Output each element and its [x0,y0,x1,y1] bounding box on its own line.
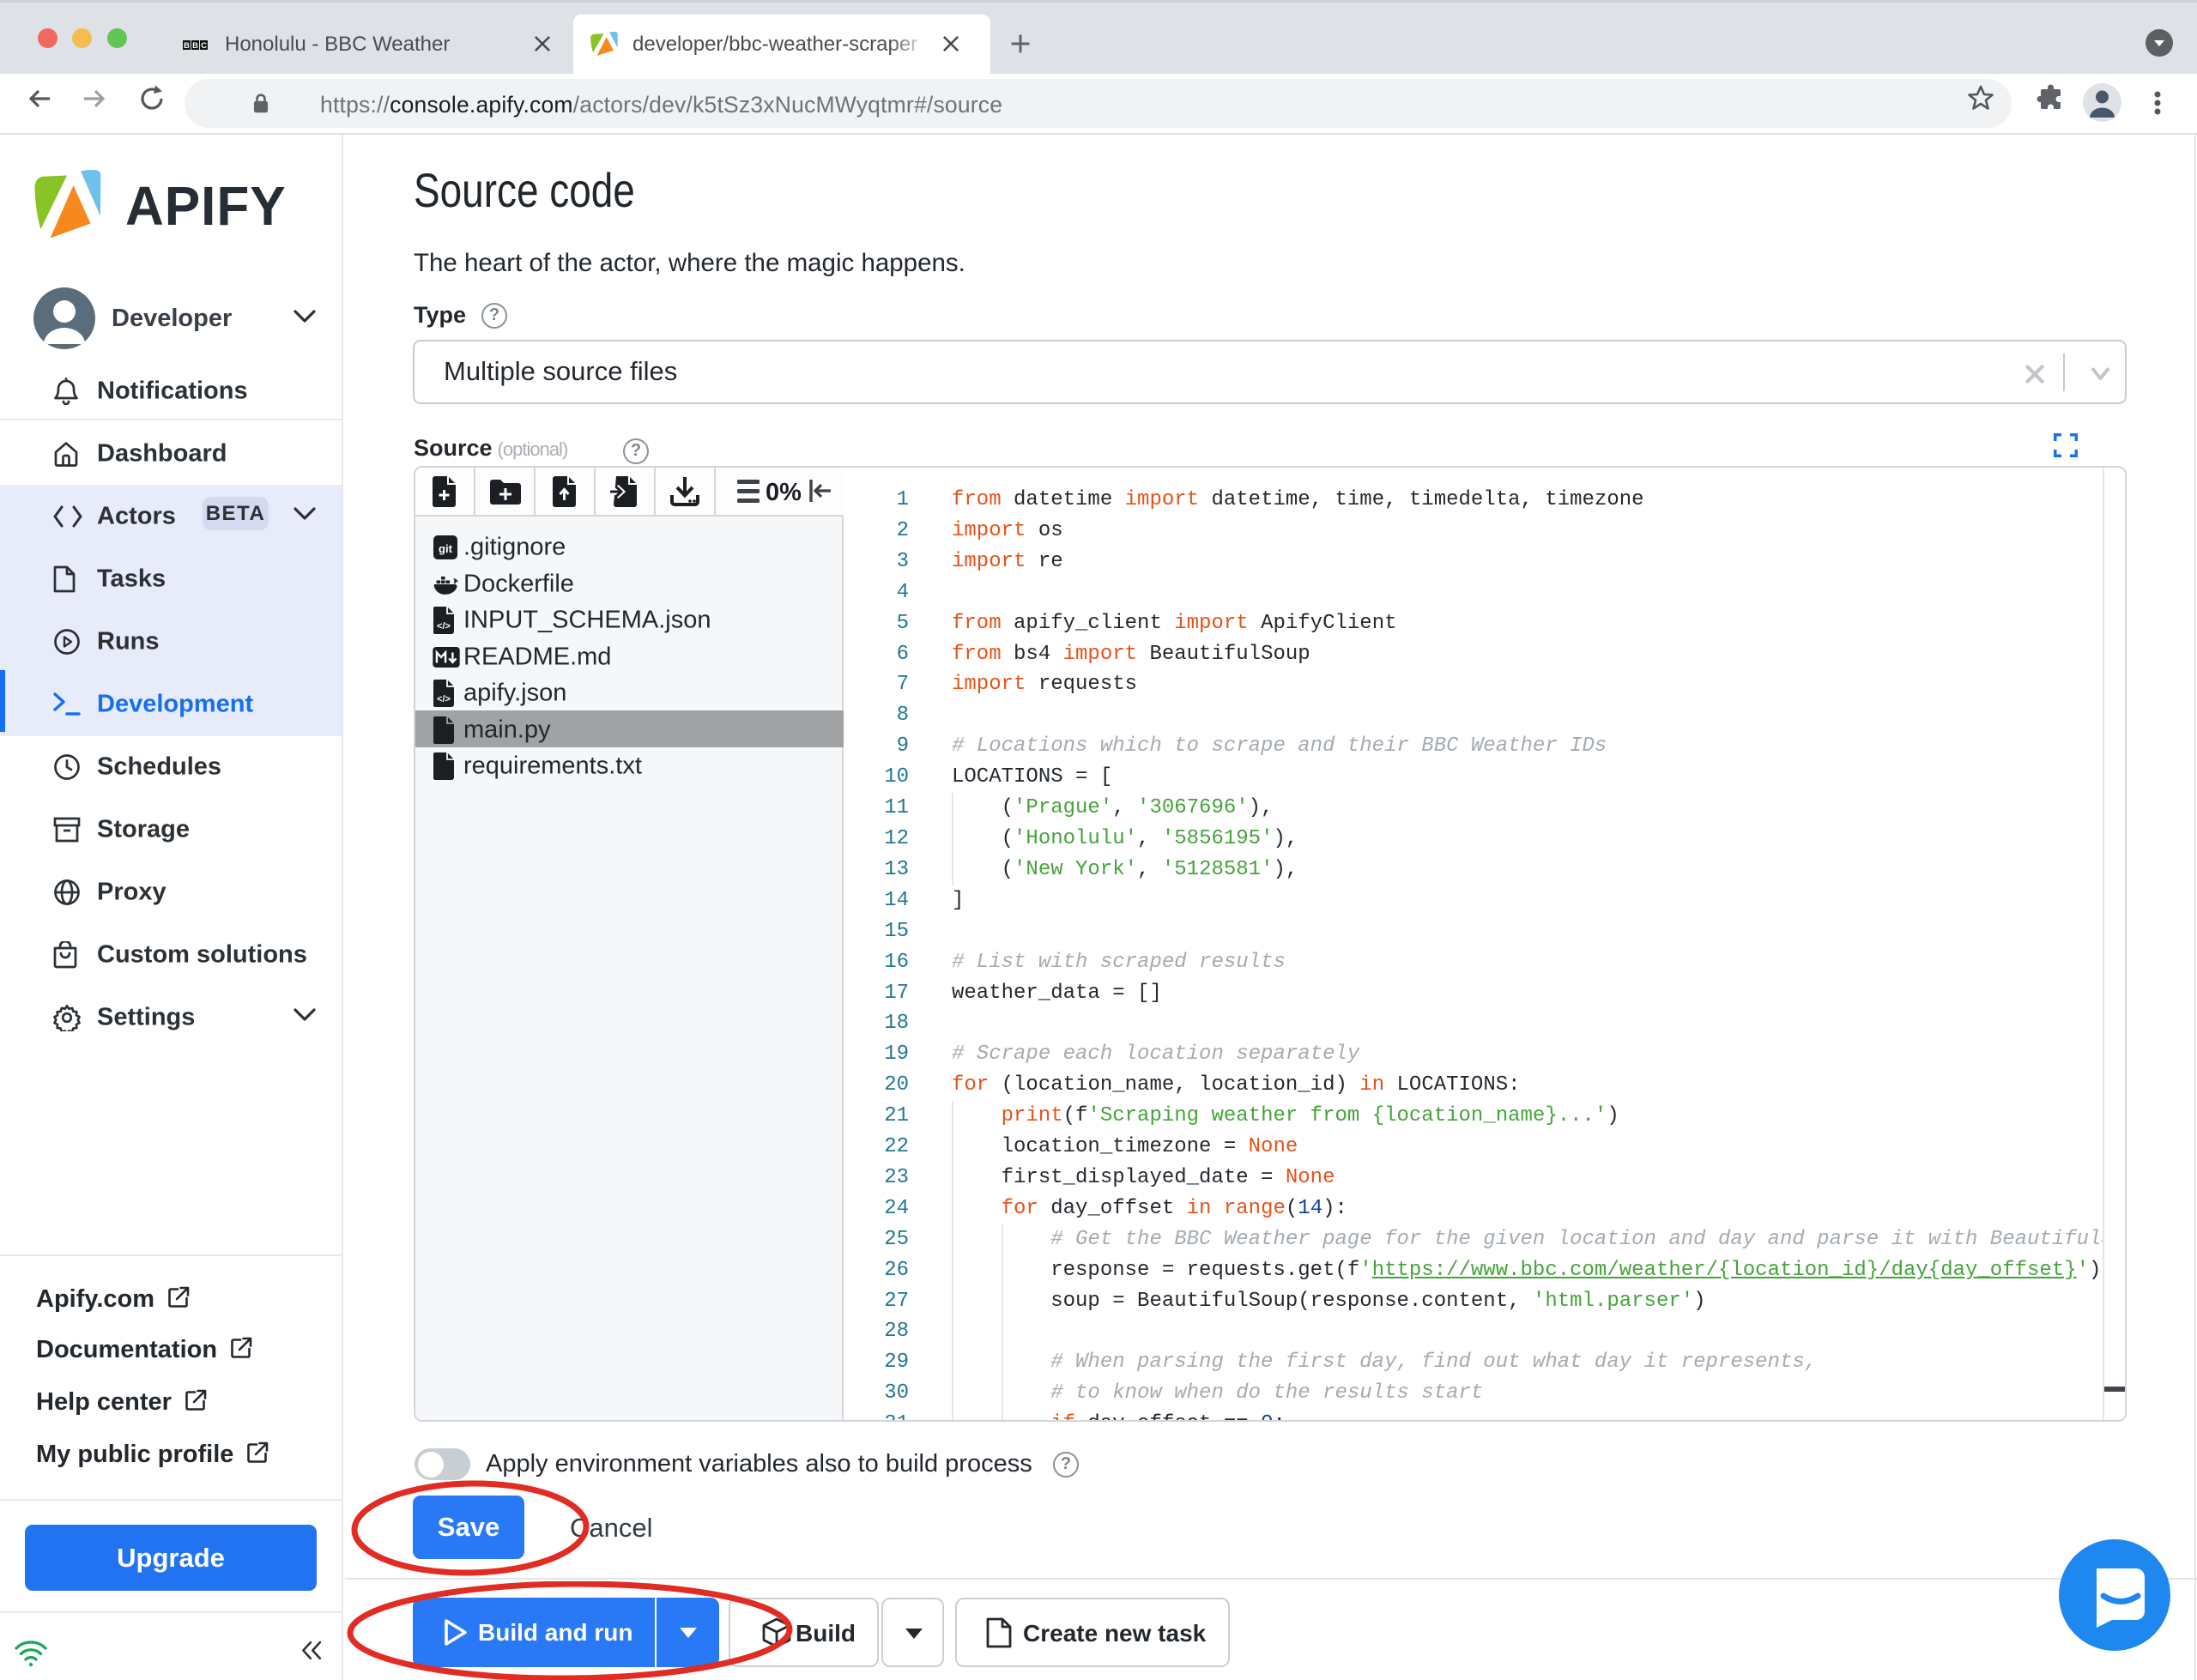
svg-text:B: B [184,41,190,50]
svg-text:C: C [201,41,207,50]
svg-text:B: B [192,41,198,50]
svg-text:</>: </> [437,621,451,632]
svg-text:git: git [439,542,453,555]
svg-text:</>: </> [437,694,451,704]
